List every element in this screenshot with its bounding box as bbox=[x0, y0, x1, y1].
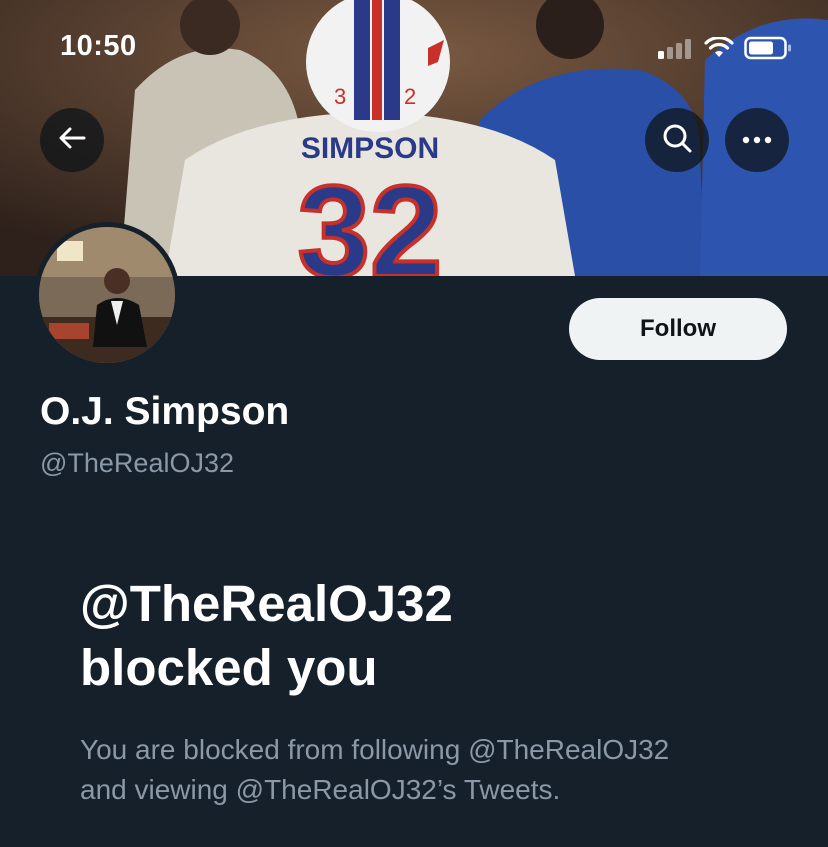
status-bar-icons bbox=[658, 36, 792, 65]
more-horizontal-icon bbox=[742, 131, 772, 149]
profile-display-name: O.J. Simpson bbox=[40, 390, 290, 433]
more-options-button[interactable] bbox=[725, 108, 789, 172]
back-button[interactable] bbox=[40, 108, 104, 172]
blocked-title-line2: blocked you bbox=[80, 639, 378, 696]
blocked-description: You are blocked from following @TheRealO… bbox=[80, 730, 780, 810]
jersey-number-text: 32 bbox=[298, 158, 443, 276]
blocked-title-line1: @TheRealOJ32 bbox=[80, 575, 453, 632]
helmet-number-right: 2 bbox=[404, 84, 416, 109]
battery-icon bbox=[744, 36, 792, 65]
profile-handle: @TheRealOJ32 bbox=[40, 448, 234, 478]
search-button[interactable] bbox=[645, 108, 709, 172]
arrow-left-icon bbox=[58, 126, 86, 155]
status-bar-time: 10:50 bbox=[60, 30, 137, 62]
avatar-image bbox=[39, 227, 175, 363]
profile-avatar[interactable] bbox=[34, 222, 180, 368]
cellular-signal-icon bbox=[658, 37, 694, 64]
search-icon bbox=[662, 123, 692, 158]
wifi-icon bbox=[704, 36, 734, 64]
blocked-description-line1: You are blocked from following @TheRealO… bbox=[80, 734, 670, 765]
blocked-description-line2: and viewing @TheRealOJ32’s Tweets. bbox=[80, 774, 561, 805]
helmet-number-left: 3 bbox=[334, 84, 346, 109]
follow-button[interactable]: Follow bbox=[569, 298, 787, 360]
blocked-title: @TheRealOJ32 blocked you bbox=[80, 572, 760, 700]
